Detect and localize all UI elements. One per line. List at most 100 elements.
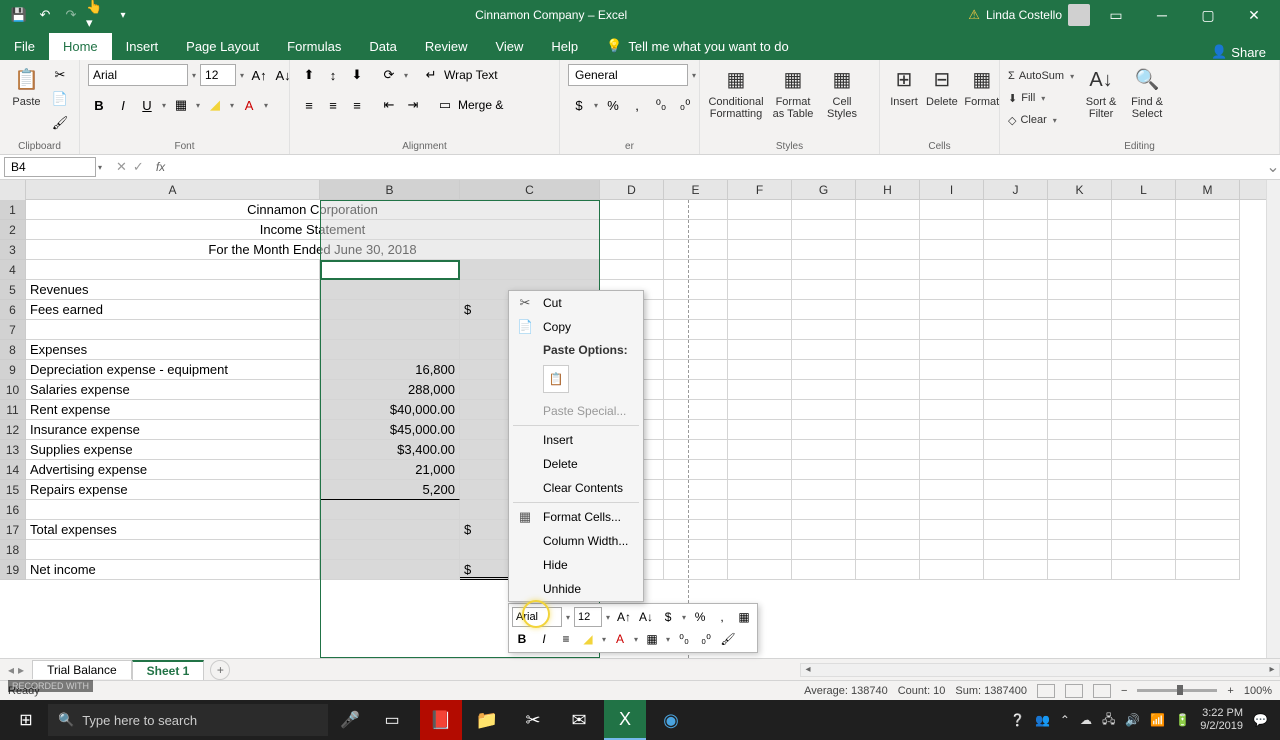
tab-view[interactable]: View [481,33,537,60]
vertical-scrollbar[interactable] [1266,180,1280,658]
wrap-text-button[interactable]: Wrap Text [444,68,498,82]
cell-r12-c10[interactable] [984,420,1048,440]
taskbar-record-icon[interactable]: ◉ [650,700,692,740]
cell[interactable] [600,240,664,260]
increase-decimal-icon[interactable]: ⁰₀ [650,94,672,116]
cell-r14-c8[interactable] [856,460,920,480]
cell[interactable] [1112,220,1176,240]
ctx-cut[interactable]: ✂Cut [509,291,643,315]
cut-icon[interactable]: ✂ [49,64,71,86]
cell-r8-c5[interactable] [664,340,728,360]
cell-r9-c7[interactable] [792,360,856,380]
cell-r4-c8[interactable] [856,260,920,280]
cell[interactable] [856,240,920,260]
conditional-formatting-button[interactable]: ▦Conditional Formatting [708,64,764,122]
taskbar-search[interactable]: 🔍 Type here to search [48,704,328,736]
col-header-f[interactable]: F [728,180,792,199]
cell-r11-c5[interactable] [664,400,728,420]
fx-icon[interactable]: fx [156,160,171,174]
cell-r13-c12[interactable] [1112,440,1176,460]
cell-r11-c11[interactable] [1048,400,1112,420]
cell-r12-c8[interactable] [856,420,920,440]
row-header-7[interactable]: 7 [0,320,26,340]
ctx-unhide[interactable]: Unhide [509,577,643,601]
cell-r16-c11[interactable] [1048,500,1112,520]
cell-r6-c7[interactable] [792,300,856,320]
cell-r4-c7[interactable] [792,260,856,280]
fill-color-icon[interactable]: ◢ [204,94,226,116]
cell-r8-c7[interactable] [792,340,856,360]
cell-r19-c1[interactable]: Net income [26,560,320,580]
cell-r4-c12[interactable] [1112,260,1176,280]
cell-r13-c9[interactable] [920,440,984,460]
number-format-input[interactable]: General [568,64,688,86]
cell-r8-c13[interactable] [1176,340,1240,360]
cell[interactable] [664,240,728,260]
cell-r18-c7[interactable] [792,540,856,560]
horizontal-scrollbar[interactable]: ◂ ▸ [800,663,1280,677]
cell-r6-c5[interactable] [664,300,728,320]
cell-r10-c13[interactable] [1176,380,1240,400]
zoom-level[interactable]: 100% [1244,685,1272,697]
font-size-input[interactable]: 12 [200,64,236,86]
row-header-14[interactable]: 14 [0,460,26,480]
cell[interactable] [920,240,984,260]
cell-r5-c2[interactable] [320,280,460,300]
cell-r5-c10[interactable] [984,280,1048,300]
cell-r16-c13[interactable] [1176,500,1240,520]
align-left-icon[interactable]: ≡ [298,94,320,116]
qat-customize-icon[interactable]: ▾ [112,4,134,26]
cell-r8-c1[interactable]: Expenses [26,340,320,360]
cell-r7-c13[interactable] [1176,320,1240,340]
avatar[interactable] [1068,4,1090,26]
cell-r9-c1[interactable]: Depreciation expense - equipment [26,360,320,380]
cell-r7-c6[interactable] [728,320,792,340]
cell-r10-c7[interactable] [792,380,856,400]
cell-r16-c12[interactable] [1112,500,1176,520]
cell-r10-c8[interactable] [856,380,920,400]
cell-r4-c4[interactable] [600,260,664,280]
cell[interactable] [856,200,920,220]
cell-r7-c10[interactable] [984,320,1048,340]
ctx-hide[interactable]: Hide [509,553,643,577]
cell-r6-c11[interactable] [1048,300,1112,320]
mini-increase-decimal-icon[interactable]: ⁰₀ [674,629,694,649]
col-header-e[interactable]: E [664,180,728,199]
cell-merged-r3[interactable]: For the Month Ended June 30, 2018 [26,240,600,260]
cell-r12-c12[interactable] [1112,420,1176,440]
touch-icon[interactable]: 👆▾ [86,4,108,26]
tray-notifications-icon[interactable]: 💬 [1253,713,1268,727]
cell-r13-c11[interactable] [1048,440,1112,460]
cell-r14-c7[interactable] [792,460,856,480]
format-cells-button[interactable]: ▦Format [964,64,1000,110]
cell-r8-c10[interactable] [984,340,1048,360]
cell-r5-c9[interactable] [920,280,984,300]
cell-r11-c13[interactable] [1176,400,1240,420]
cell-r10-c11[interactable] [1048,380,1112,400]
cell-r18-c13[interactable] [1176,540,1240,560]
cell[interactable] [728,240,792,260]
cell-r7-c7[interactable] [792,320,856,340]
cell[interactable] [728,200,792,220]
cell-r13-c6[interactable] [728,440,792,460]
increase-font-icon[interactable]: A↑ [248,64,270,86]
cell-r7-c1[interactable] [26,320,320,340]
cell-r17-c11[interactable] [1048,520,1112,540]
cell-r19-c10[interactable] [984,560,1048,580]
cell-r15-c2[interactable]: 5,200 [320,480,460,500]
cell-r18-c12[interactable] [1112,540,1176,560]
cell-r19-c9[interactable] [920,560,984,580]
cell[interactable] [984,220,1048,240]
cell-r18-c9[interactable] [920,540,984,560]
tab-help[interactable]: Help [537,33,592,60]
cell-r5-c6[interactable] [728,280,792,300]
row-header-4[interactable]: 4 [0,260,26,280]
cell[interactable] [1048,240,1112,260]
cell-r8-c8[interactable] [856,340,920,360]
cell-r8-c9[interactable] [920,340,984,360]
cell-r14-c9[interactable] [920,460,984,480]
mini-font-name[interactable]: Arial [512,607,562,627]
cell-r5-c5[interactable] [664,280,728,300]
cell-r12-c5[interactable] [664,420,728,440]
taskbar-pdf-icon[interactable]: 📕 [420,700,462,740]
